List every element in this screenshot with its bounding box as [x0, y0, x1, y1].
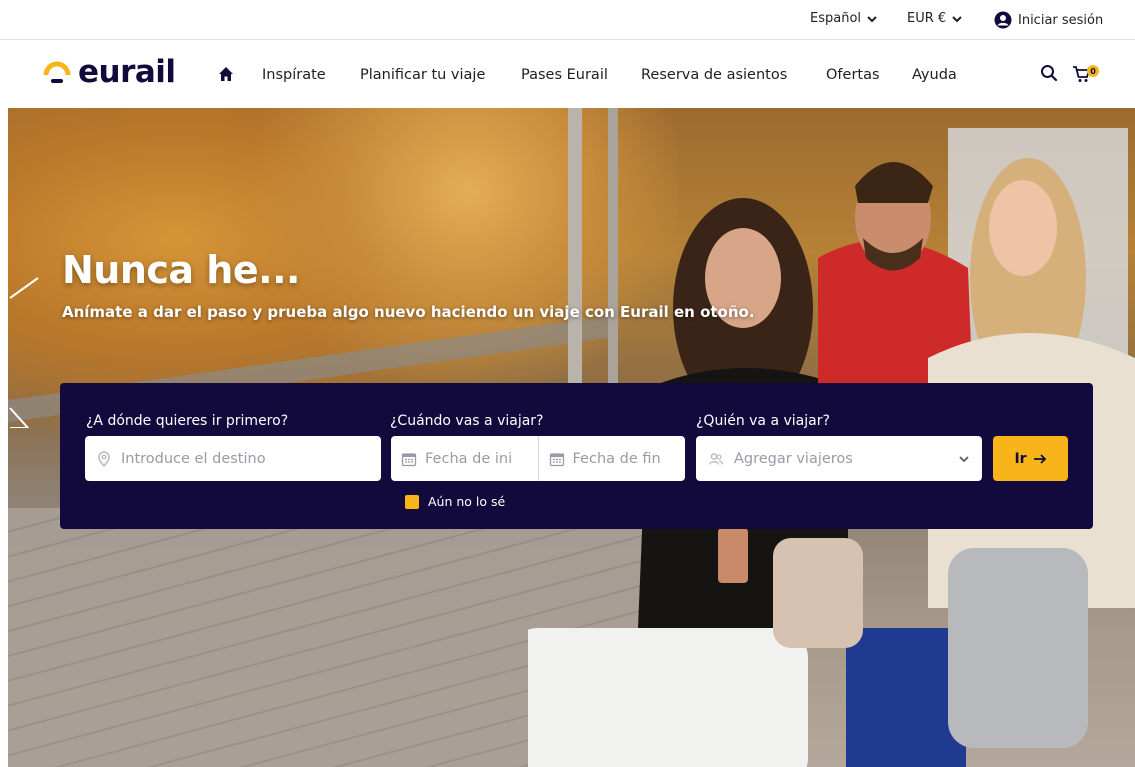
chevron-down-icon: [959, 455, 969, 462]
dates-label: ¿Cuándo vas a viajar?: [390, 413, 544, 429]
currency-label: EUR €: [907, 11, 947, 26]
hero-subtitle: Anímate a dar el paso y prueba algo nuev…: [62, 303, 755, 321]
unsure-dates-label: Aún no lo sé: [428, 494, 506, 509]
search-icon[interactable]: [1040, 64, 1058, 82]
calendar-icon: [401, 452, 417, 466]
cart-icon[interactable]: 0: [1072, 64, 1100, 84]
date-range-input: Fecha de ini Fecha de fin: [391, 436, 685, 481]
chevron-down-icon: [952, 15, 962, 22]
nav-planificar[interactable]: Planificar tu viaje: [360, 67, 485, 83]
location-pin-icon: [98, 450, 110, 467]
destination-placeholder: Introduce el destino: [121, 450, 266, 467]
unsure-dates-checkbox[interactable]: Aún no lo sé: [405, 494, 505, 509]
end-date-input[interactable]: Fecha de fin: [539, 436, 686, 481]
logo-text: eurail: [78, 54, 176, 90]
cart-count: 0: [1090, 67, 1096, 76]
travelers-label: ¿Quién va a viajar?: [696, 413, 830, 429]
checkbox-box[interactable]: [405, 494, 419, 509]
hero-title: Nunca he...: [62, 248, 300, 292]
start-date-placeholder: Fecha de ini: [425, 450, 513, 467]
destination-label: ¿A dónde quieres ir primero?: [86, 413, 289, 429]
nav-pases[interactable]: Pases Eurail: [521, 67, 608, 83]
home-icon[interactable]: [218, 66, 234, 82]
go-label: Ir: [1014, 450, 1027, 467]
language-label: Español: [810, 11, 862, 26]
eurail-logo[interactable]: eurail: [42, 54, 176, 90]
travelers-placeholder: Agregar viajeros: [734, 450, 853, 467]
language-selector[interactable]: Español: [810, 11, 877, 26]
nav-reserva-asientos[interactable]: Reserva de asientos: [641, 67, 787, 83]
travelers-select[interactable]: Agregar viajeros: [696, 436, 982, 481]
end-date-placeholder: Fecha de fin: [572, 450, 661, 467]
trip-search-panel: ¿A dónde quieres ir primero? ¿Cuándo vas…: [60, 383, 1093, 529]
utility-bar: Español EUR € Iniciar sesión: [0, 0, 1135, 40]
eurail-logo-mark-icon: [43, 61, 71, 83]
login-link[interactable]: Iniciar sesión: [994, 11, 1103, 29]
arrow-right-icon: [1033, 453, 1046, 464]
go-button[interactable]: Ir: [993, 436, 1068, 481]
nav-ayuda[interactable]: Ayuda: [912, 67, 957, 83]
start-date-input[interactable]: Fecha de ini: [391, 436, 538, 481]
nav-ofertas[interactable]: Ofertas: [826, 67, 880, 83]
main-nav: eurail Inspírate Planificar tu viaje Pas…: [0, 40, 1135, 108]
nav-inspirate[interactable]: Inspírate: [262, 67, 326, 83]
login-label: Iniciar sesión: [1018, 12, 1104, 28]
user-icon: [994, 11, 1012, 29]
travelers-icon: [708, 452, 724, 465]
currency-selector[interactable]: EUR €: [907, 11, 962, 26]
destination-input[interactable]: Introduce el destino: [85, 436, 381, 481]
chevron-down-icon: [867, 15, 877, 22]
hero-decorative-sweep: [9, 277, 39, 428]
calendar-icon: [549, 452, 564, 466]
